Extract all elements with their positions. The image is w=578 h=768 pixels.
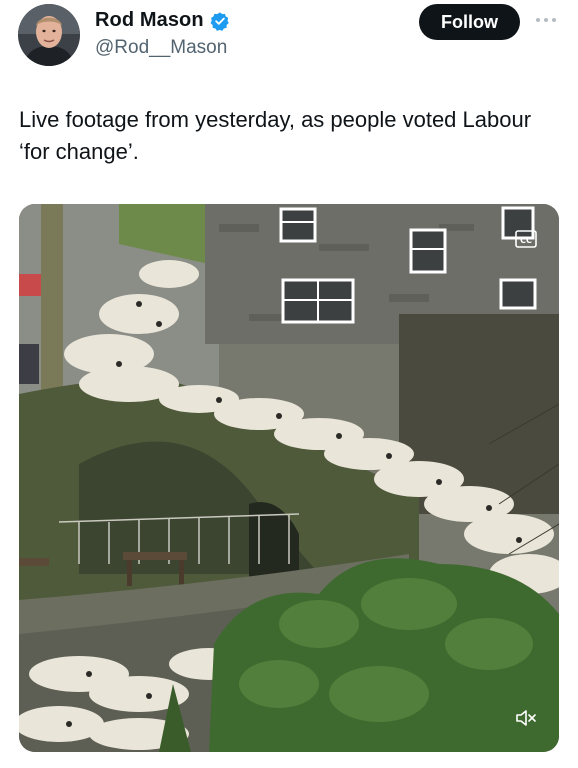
- closed-captions-icon[interactable]: CC: [515, 230, 537, 248]
- author-name-row: Rod Mason: [95, 9, 230, 32]
- video-frame: [19, 204, 559, 752]
- speaker-muted-icon[interactable]: [514, 707, 538, 729]
- video-player[interactable]: CC: [19, 204, 559, 752]
- follow-button[interactable]: Follow: [419, 4, 520, 40]
- svg-text:CC: CC: [520, 236, 532, 245]
- post-text: Live footage from yesterday, as people v…: [19, 107, 532, 164]
- more-horizontal-icon[interactable]: [531, 10, 561, 30]
- avatar[interactable]: [18, 4, 80, 66]
- author-name[interactable]: Rod Mason: [95, 9, 204, 32]
- author-handle[interactable]: @Rod__Mason: [95, 37, 227, 59]
- tweet-header: Rod Mason @Rod__Mason Follow: [0, 0, 578, 80]
- verified-badge-icon: [210, 11, 229, 31]
